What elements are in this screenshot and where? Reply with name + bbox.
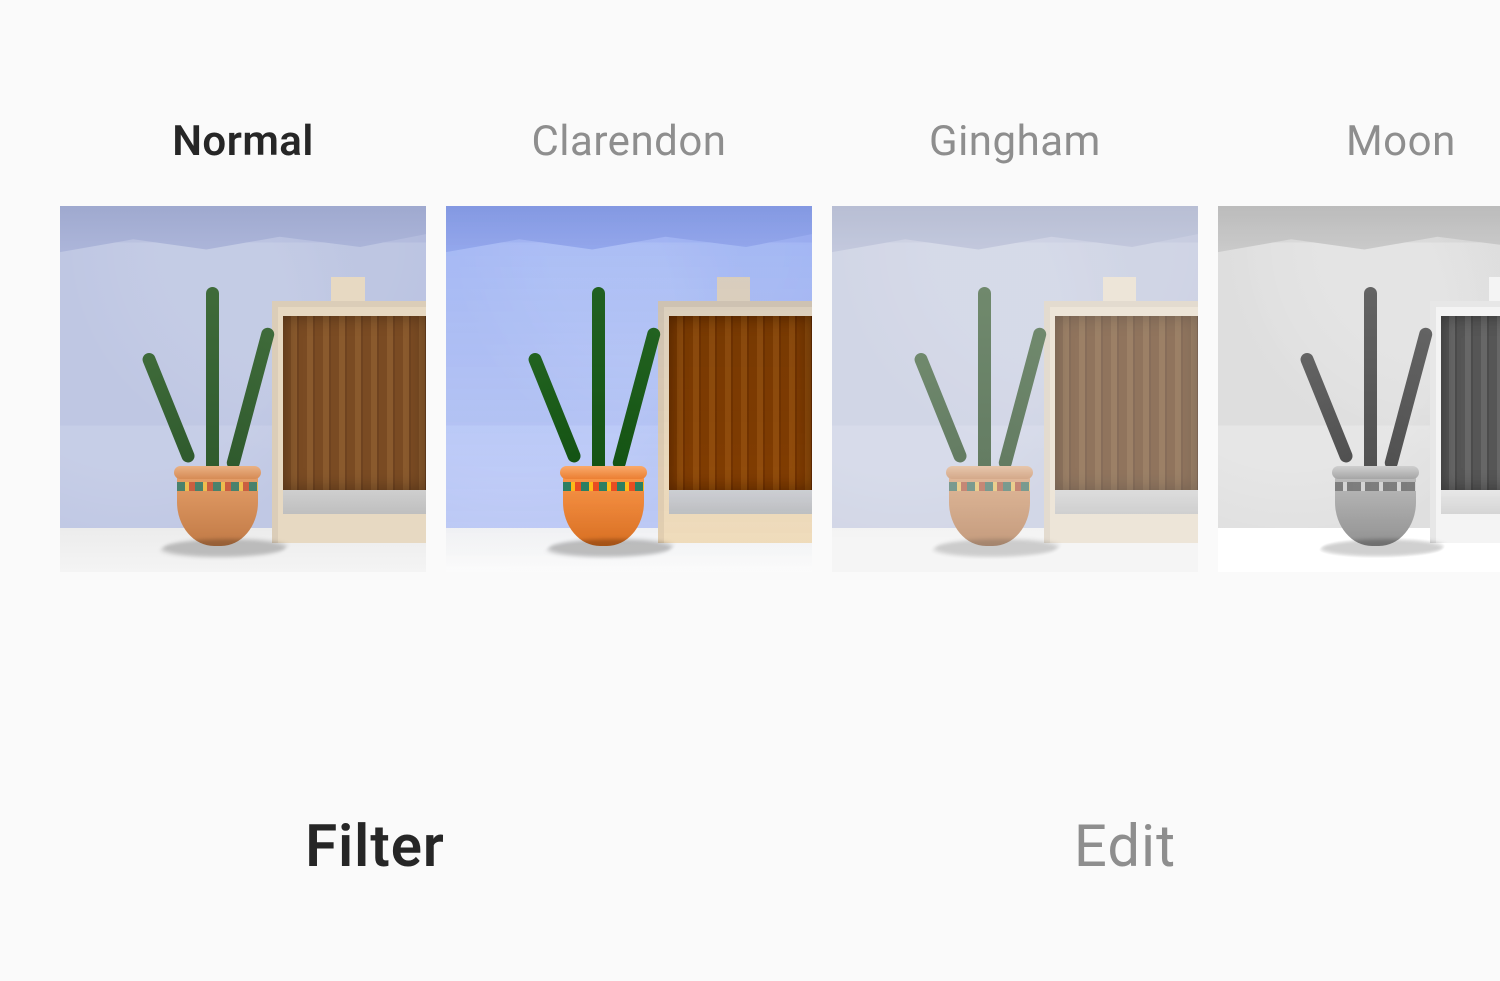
filter-label: Gingham xyxy=(832,118,1198,166)
filter-item-moon[interactable]: Moon xyxy=(1218,118,1500,572)
filter-label: Normal xyxy=(60,118,426,166)
thumb-pot-band xyxy=(563,482,644,491)
bottom-tabs: Filter Edit xyxy=(0,813,1500,881)
thumb-cactus xyxy=(978,287,991,477)
thumb-door-frame xyxy=(1044,301,1198,543)
thumb-door-frame xyxy=(658,301,812,543)
thumb-door-frame xyxy=(272,301,426,543)
thumb-door-chimney xyxy=(331,277,365,301)
thumb-cactus xyxy=(1364,287,1377,477)
thumb-door xyxy=(1055,316,1198,490)
tab-edit[interactable]: Edit xyxy=(750,813,1500,881)
thumb-door-sill xyxy=(1441,490,1500,514)
thumb-door-chimney xyxy=(1489,277,1500,301)
filter-thumbnail[interactable] xyxy=(60,206,426,572)
thumb-door-chimney xyxy=(717,277,751,301)
filter-item-gingham[interactable]: Gingham xyxy=(832,118,1198,572)
thumb-pot-band xyxy=(1335,482,1416,491)
filter-label: Clarendon xyxy=(446,118,812,166)
thumb-door xyxy=(283,316,426,490)
thumb-door-sill xyxy=(283,490,426,514)
thumb-pot-band xyxy=(177,482,258,491)
filter-item-normal[interactable]: Normal xyxy=(60,118,426,572)
filter-thumbnail[interactable] xyxy=(832,206,1198,572)
thumb-door-frame xyxy=(1430,301,1500,543)
tab-filter[interactable]: Filter xyxy=(0,813,750,881)
filter-thumbnail[interactable] xyxy=(446,206,812,572)
filter-label: Moon xyxy=(1218,118,1500,166)
thumb-pot-band xyxy=(949,482,1030,491)
thumb-pot-rim xyxy=(1332,466,1419,479)
filter-thumbnail[interactable] xyxy=(1218,206,1500,572)
filter-strip[interactable]: Normal Clarendon xyxy=(0,0,1500,572)
thumb-pot-rim xyxy=(560,466,647,479)
thumb-pot-rim xyxy=(946,466,1033,479)
thumb-door-sill xyxy=(1055,490,1198,514)
thumb-door xyxy=(1441,316,1500,490)
thumb-door-chimney xyxy=(1103,277,1137,301)
thumb-cactus xyxy=(206,287,219,477)
thumb-pot-rim xyxy=(174,466,261,479)
filter-item-clarendon[interactable]: Clarendon xyxy=(446,118,812,572)
thumb-door xyxy=(669,316,812,490)
thumb-door-sill xyxy=(669,490,812,514)
thumb-cactus xyxy=(592,287,605,477)
